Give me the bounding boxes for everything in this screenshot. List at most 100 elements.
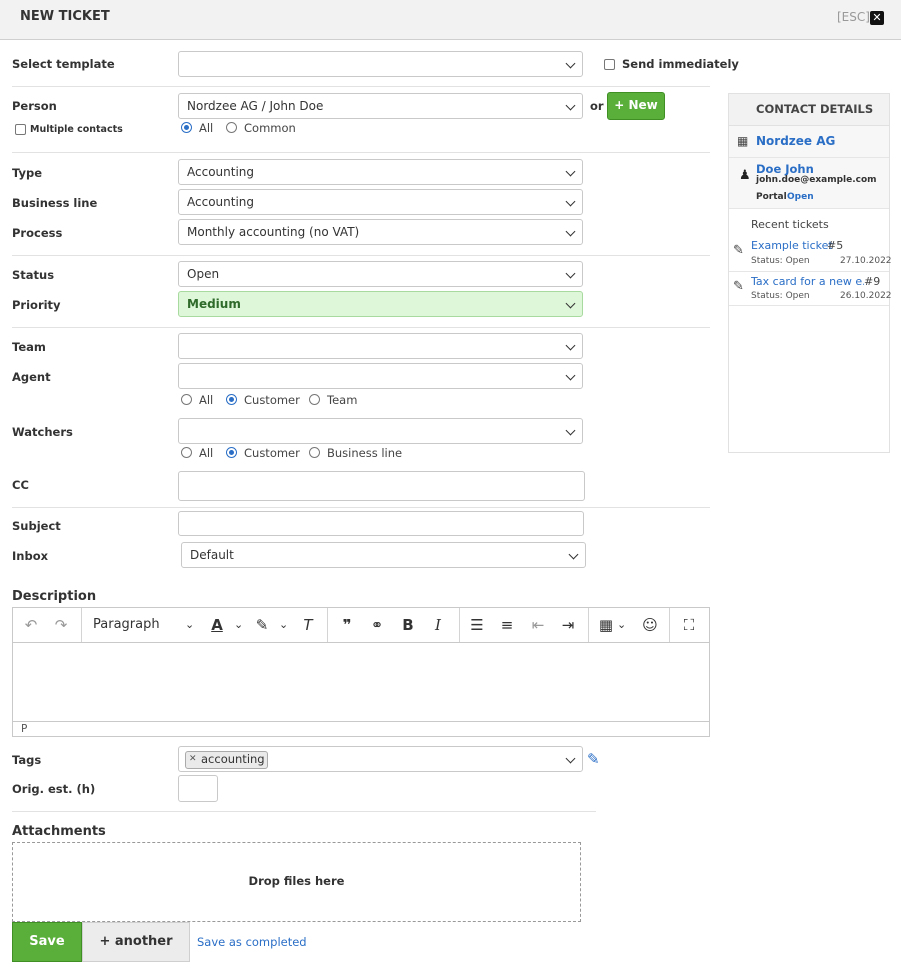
close-icon[interactable]: ✕	[870, 11, 884, 25]
undo-icon[interactable]: ↶	[21, 616, 41, 634]
chevron-down-icon	[565, 425, 576, 436]
editor-status-bar: P	[12, 721, 710, 737]
watchers-scope-all-label: All	[199, 446, 214, 460]
agent-scope-team-label: Team	[327, 393, 358, 407]
person-scope-all-radio[interactable]	[181, 122, 192, 133]
save-as-completed-link[interactable]: Save as completed	[197, 935, 307, 949]
business-line-select[interactable]: Accounting	[178, 189, 583, 215]
person-row: ♟ Doe John john.doe@example.com Portal O…	[729, 158, 889, 209]
esc-hint[interactable]: [ESC]	[837, 10, 870, 24]
orig-est-input[interactable]	[178, 775, 218, 802]
agent-scope-customer-label: Customer	[244, 393, 300, 407]
orig-est-label: Orig. est. (h)	[12, 782, 96, 796]
description-editor[interactable]	[12, 642, 710, 722]
divider	[12, 255, 710, 256]
font-color-icon[interactable]: A	[209, 616, 225, 634]
status-label: Status	[12, 268, 55, 282]
italic-icon[interactable]: I	[429, 616, 447, 634]
contact-panel-title: CONTACT DETAILS	[756, 102, 874, 116]
priority-select[interactable]: Medium	[178, 291, 583, 317]
person-email: john.doe@example.com	[756, 175, 877, 185]
agent-select[interactable]	[178, 363, 583, 389]
inbox-select[interactable]: Default	[181, 542, 586, 568]
recent-ticket-item[interactable]: ✎ Tax card for a new e... #9 Status: Ope…	[729, 273, 892, 306]
divider	[12, 152, 710, 153]
agent-scope-all-radio[interactable]	[181, 394, 192, 405]
status-value: Open	[187, 267, 220, 281]
save-and-another-button[interactable]: + another	[82, 922, 190, 962]
watchers-scope-all-radio[interactable]	[181, 447, 192, 458]
type-value: Accounting	[187, 165, 255, 179]
chevron-down-icon	[565, 196, 576, 207]
tag-value: accounting	[201, 752, 265, 766]
drop-zone[interactable]: Drop files here	[12, 842, 581, 922]
clear-format-icon[interactable]: T	[300, 616, 316, 634]
person-select[interactable]: Nordzee AG / John Doe	[178, 93, 583, 119]
person-scope-common-radio[interactable]	[226, 122, 237, 133]
redo-icon[interactable]: ↷	[51, 616, 71, 634]
bulleted-list-icon[interactable]: ☰	[468, 616, 486, 634]
select-template-dropdown[interactable]	[178, 51, 583, 77]
chevron-down-icon: ⌄	[185, 618, 195, 631]
paragraph-format-dropdown[interactable]: Paragraph	[93, 616, 160, 634]
link-icon[interactable]: ⚭	[368, 616, 386, 634]
team-select[interactable]	[178, 333, 583, 359]
attachments-label: Attachments	[12, 824, 106, 839]
bold-icon[interactable]: B	[399, 616, 417, 634]
type-label: Type	[12, 166, 43, 180]
fullscreen-icon[interactable]: ⛶	[680, 616, 698, 634]
chevron-down-icon: ⌄	[234, 618, 244, 631]
cc-label: CC	[12, 478, 29, 492]
recent-ticket-date: 27.10.2022	[840, 256, 892, 266]
toolbar-separator	[327, 608, 328, 642]
person-name-link[interactable]: Doe John	[756, 162, 814, 176]
highlight-icon[interactable]: ✎	[254, 616, 270, 634]
table-icon[interactable]: ▦	[597, 616, 615, 634]
recent-ticket-number: #5	[827, 239, 844, 252]
recent-ticket-title[interactable]: Example ticket	[751, 239, 833, 252]
outdent-icon[interactable]: ⇤	[529, 616, 547, 634]
tags-select[interactable]: ✕ accounting	[178, 746, 583, 772]
numbered-list-icon[interactable]: ≡	[498, 616, 516, 634]
blockquote-icon[interactable]: ❞	[338, 616, 356, 634]
subject-input[interactable]	[178, 511, 584, 536]
chevron-down-icon	[565, 753, 576, 764]
toolbar-separator	[669, 608, 670, 642]
watchers-scope-customer-radio[interactable]	[226, 447, 237, 458]
type-select[interactable]: Accounting	[178, 159, 583, 185]
portal-status[interactable]: Open	[787, 192, 814, 202]
multiple-contacts-checkbox[interactable]	[15, 124, 26, 135]
business-line-label: Business line	[12, 196, 98, 210]
cc-input[interactable]	[178, 471, 585, 501]
person-label: Person	[12, 99, 57, 113]
company-link[interactable]: Nordzee AG	[756, 134, 835, 148]
recent-ticket-item[interactable]: ✎ Example ticket #5 Status: Open 27.10.2…	[729, 237, 892, 272]
person-value: Nordzee AG / John Doe	[187, 99, 324, 113]
agent-scope-team-radio[interactable]	[309, 394, 320, 405]
recent-ticket-title[interactable]: Tax card for a new e...	[751, 275, 864, 288]
watchers-scope-business-line-radio[interactable]	[309, 447, 320, 458]
agent-scope-customer-radio[interactable]	[226, 394, 237, 405]
recent-ticket-status: Status: Open	[751, 256, 810, 266]
indent-icon[interactable]: ⇥	[559, 616, 577, 634]
agent-label: Agent	[12, 370, 51, 384]
emoji-icon[interactable]: ☺	[641, 616, 659, 634]
save-button[interactable]: Save	[12, 922, 82, 962]
watchers-label: Watchers	[12, 425, 73, 439]
subject-label: Subject	[12, 519, 61, 533]
recent-ticket-date: 26.10.2022	[840, 291, 892, 301]
watchers-select[interactable]	[178, 418, 583, 444]
status-select[interactable]: Open	[178, 261, 583, 287]
select-template-label: Select template	[12, 57, 115, 71]
process-select[interactable]: Monthly accounting (no VAT)	[178, 219, 583, 245]
edit-tags-icon[interactable]: ✎	[587, 750, 600, 768]
send-immediately-checkbox[interactable]	[604, 59, 615, 70]
chevron-down-icon	[565, 340, 576, 351]
person-scope-common-label: Common	[244, 121, 296, 135]
priority-value: Medium	[187, 297, 241, 311]
chevron-down-icon	[568, 549, 579, 560]
description-label: Description	[12, 589, 97, 604]
drop-files-text: Drop files here	[248, 874, 345, 888]
tag-remove-icon[interactable]: ✕	[189, 752, 197, 766]
new-person-button[interactable]: + New	[607, 92, 665, 120]
